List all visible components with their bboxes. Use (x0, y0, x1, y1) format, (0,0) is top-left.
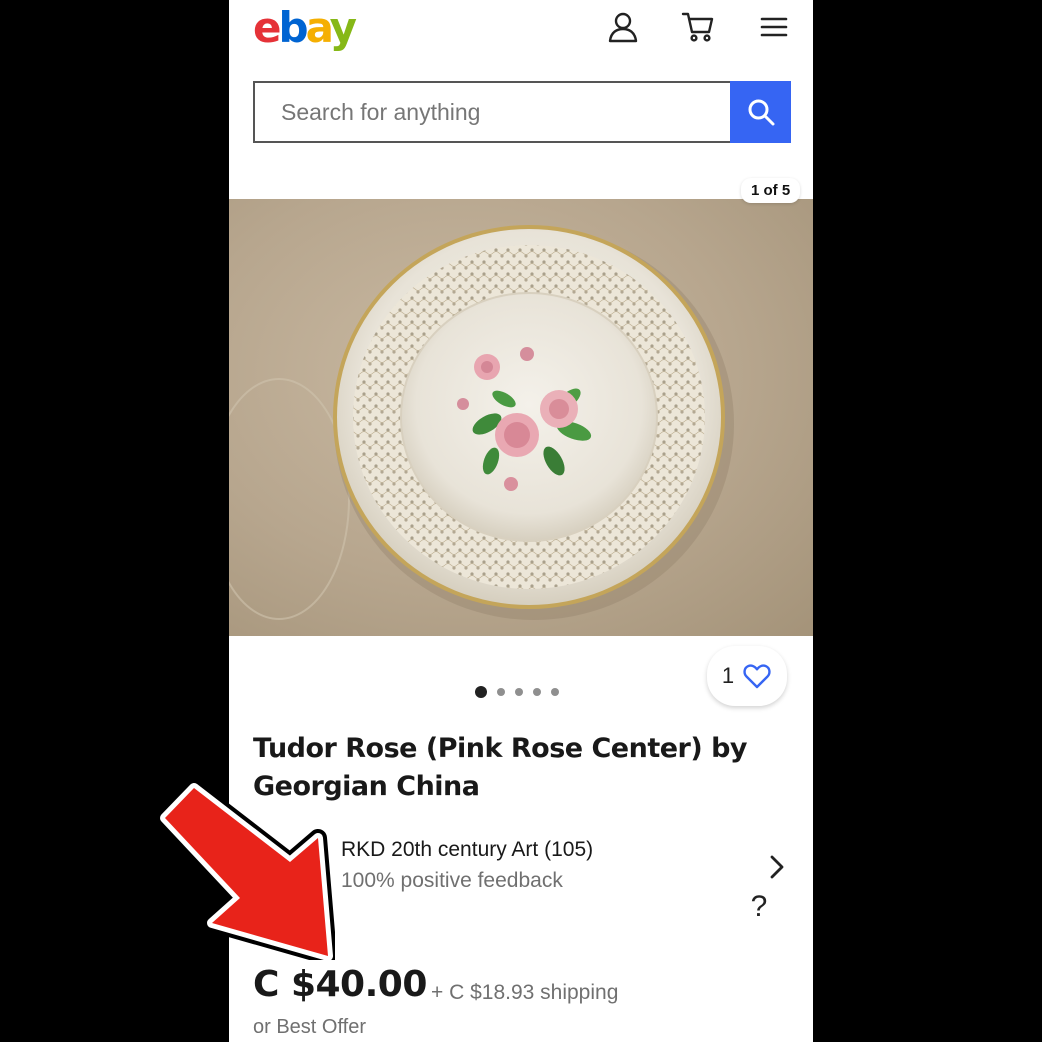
watch-count: 1 (721, 663, 735, 688)
carousel-dot[interactable] (475, 686, 487, 698)
account-icon[interactable] (606, 10, 640, 44)
product-image[interactable] (229, 199, 813, 636)
item-price: C $40.00 (253, 964, 427, 1005)
hamburger-menu-icon[interactable] (757, 10, 791, 44)
help-icon[interactable]: ? (747, 890, 771, 924)
ebay-logo[interactable]: ebay (253, 3, 357, 52)
carousel-dot[interactable] (533, 688, 541, 696)
logo-letter-b: b (278, 3, 309, 52)
cart-icon[interactable] (681, 10, 715, 44)
watch-button[interactable]: 1 (707, 646, 787, 706)
image-counter: 1 of 5 (741, 178, 801, 203)
best-offer-text: or Best Offer (253, 1016, 367, 1038)
carousel-dot[interactable] (515, 688, 523, 696)
chevron-right-icon[interactable] (765, 852, 789, 882)
red-arrow-annotation (160, 770, 335, 960)
shipping-cost: + C $18.93 shipping (431, 981, 619, 1004)
logo-letter-y: y (329, 3, 357, 52)
heart-icon (742, 661, 772, 691)
seller-name[interactable]: RKD 20th century Art (105) (341, 838, 593, 862)
search-icon (748, 99, 774, 126)
carousel-dot[interactable] (497, 688, 505, 696)
plate-photo (229, 225, 734, 620)
search-button[interactable] (730, 81, 791, 143)
search-input[interactable] (253, 81, 731, 143)
logo-letter-e: e (253, 3, 281, 52)
seller-feedback: 100% positive feedback (341, 869, 563, 892)
logo-letter-a: a (305, 3, 333, 52)
carousel-dot[interactable] (551, 688, 559, 696)
carousel-dots[interactable] (475, 686, 559, 698)
